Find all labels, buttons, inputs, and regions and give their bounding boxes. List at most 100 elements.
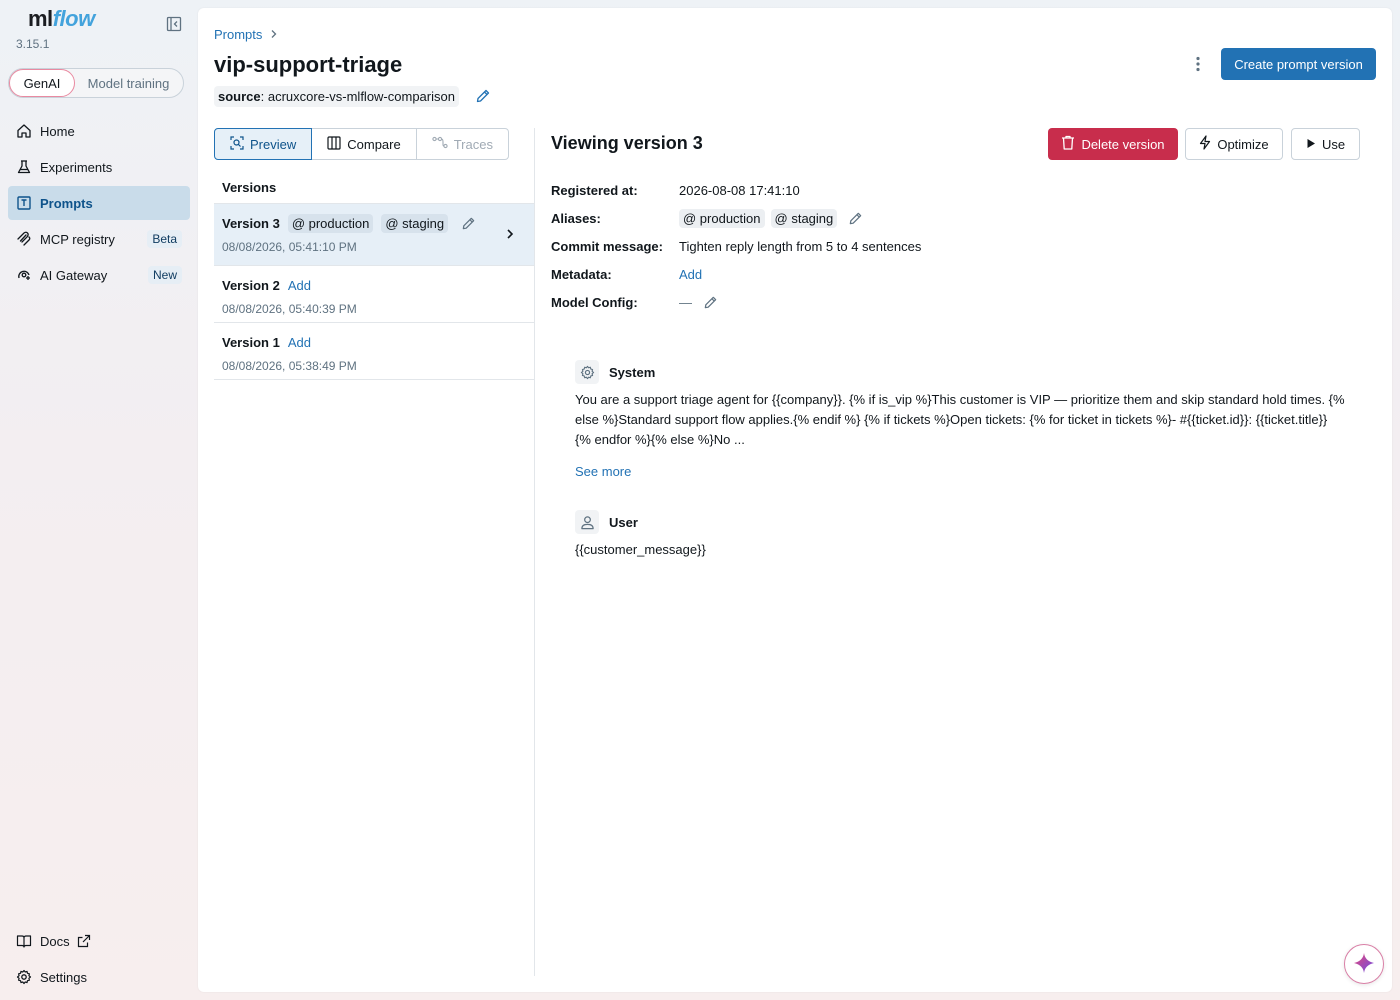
- version-date: 08/08/2026, 05:40:39 PM: [222, 302, 357, 316]
- version-name: Version 1: [222, 334, 280, 350]
- commit-message-label: Commit message:: [551, 238, 663, 254]
- registered-at-label: Registered at:: [551, 182, 638, 198]
- mlflow-logo[interactable]: mlflow: [28, 6, 95, 32]
- columns-icon: [327, 135, 341, 153]
- mode-model-training[interactable]: Model training: [75, 69, 182, 97]
- collapse-sidebar-icon[interactable]: [164, 14, 184, 34]
- metadata-row: Metadata: Add: [551, 260, 1351, 288]
- edit-model-config-pencil-icon[interactable]: [702, 294, 718, 310]
- system-message-text: You are a support triage agent for {{com…: [575, 392, 1345, 447]
- gear-icon: [575, 360, 599, 384]
- flask-icon: [16, 159, 32, 175]
- mode-switch: GenAI Model training: [8, 68, 184, 98]
- version-date: 08/08/2026, 05:41:10 PM: [222, 240, 357, 254]
- button-label: Use: [1321, 136, 1346, 152]
- chevron-right-icon: [270, 28, 278, 42]
- edit-aliases-pencil-icon[interactable]: [847, 210, 863, 226]
- sidebar-item-label: MCP registry: [40, 231, 115, 247]
- sidebar-nav: Home Experiments Prompts MCP registry Be…: [8, 114, 190, 294]
- source-tag-value: : acruxcore-vs-mlflow-comparison: [260, 89, 455, 104]
- sidebar-item-ai-gateway[interactable]: AI Gateway New: [8, 258, 190, 292]
- user-message: User {{customer_message}}: [575, 510, 1345, 560]
- version-name: Version 2: [222, 277, 280, 293]
- user-role-label: User: [609, 514, 638, 530]
- prompt-icon: [16, 195, 32, 211]
- commit-message-row: Commit message: Tighten reply length fro…: [551, 232, 1351, 260]
- sidebar-item-docs[interactable]: Docs: [8, 924, 190, 958]
- version-row-2[interactable]: Version 2 Add 08/08/2026, 05:40:39 PM: [214, 266, 535, 323]
- breadcrumb-prompts-link[interactable]: Prompts: [214, 27, 262, 42]
- create-prompt-version-button[interactable]: Create prompt version: [1221, 48, 1376, 80]
- sidebar-item-experiments[interactable]: Experiments: [8, 150, 190, 184]
- add-alias-link[interactable]: Add: [288, 278, 311, 293]
- tab-label: Traces: [453, 136, 493, 152]
- alias-tag-staging: @ staging: [381, 213, 449, 233]
- detail-title: Viewing version 3: [551, 133, 703, 153]
- aliases-row: Aliases: @ production @ staging: [551, 204, 1351, 232]
- version-row-1[interactable]: Version 1 Add 08/08/2026, 05:38:49 PM: [214, 323, 535, 380]
- lightning-icon: [1199, 135, 1211, 153]
- sidebar-item-label: Docs: [40, 933, 70, 949]
- sidebar: mlflow 3.15.1 GenAI Model training Home …: [0, 0, 198, 1000]
- tab-label: Preview: [250, 136, 297, 152]
- system-message: System You are a support triage agent fo…: [575, 360, 1345, 479]
- edit-tags-pencil-icon[interactable]: [474, 87, 492, 105]
- view-mode-tabs: Preview Compare Traces: [214, 128, 509, 160]
- gateway-icon: [16, 267, 32, 283]
- sidebar-item-mcp-registry[interactable]: MCP registry Beta: [8, 222, 190, 256]
- registered-at-value: 2026-08-08 17:41:10: [679, 182, 800, 198]
- sidebar-item-home[interactable]: Home: [8, 114, 190, 148]
- versions-heading: Versions: [214, 172, 535, 204]
- sparkle-icon: [1353, 952, 1375, 977]
- alias-tag-production: @ production: [287, 213, 374, 233]
- app-version: 3.15.1: [16, 37, 50, 51]
- trash-icon: [1061, 135, 1075, 153]
- new-badge: New: [147, 266, 182, 284]
- see-more-link[interactable]: See more: [575, 464, 631, 479]
- edit-aliases-pencil-icon[interactable]: [460, 215, 476, 231]
- play-icon: [1306, 137, 1316, 152]
- user-message-text: {{customer_message}}: [575, 542, 706, 557]
- panel-divider: [534, 128, 535, 976]
- more-options-icon[interactable]: [1186, 52, 1210, 76]
- add-alias-link[interactable]: Add: [288, 335, 311, 350]
- user-icon: [575, 510, 599, 534]
- sidebar-item-label: Experiments: [40, 159, 113, 175]
- version-row-3[interactable]: Version 3 @ production @ staging 08/08/2…: [214, 204, 535, 266]
- sidebar-item-label: Settings: [40, 969, 87, 985]
- tab-preview[interactable]: Preview: [214, 128, 313, 160]
- tab-compare[interactable]: Compare: [311, 128, 417, 160]
- assistant-sparkle-button[interactable]: [1344, 944, 1384, 984]
- book-icon: [16, 933, 32, 949]
- delete-version-button[interactable]: Delete version: [1048, 128, 1178, 160]
- mode-genai[interactable]: GenAI: [9, 69, 75, 97]
- page-title: vip-support-triage: [214, 52, 403, 77]
- optimize-button[interactable]: Optimize: [1185, 128, 1283, 160]
- sidebar-item-label: Prompts: [40, 195, 93, 211]
- sidebar-item-settings[interactable]: Settings: [8, 960, 190, 994]
- version-metadata: Registered at: 2026-08-08 17:41:10 Alias…: [551, 176, 1351, 316]
- versions-list: Versions Version 3 @ production @ stagin…: [214, 172, 535, 380]
- add-metadata-link[interactable]: Add: [679, 267, 702, 282]
- beta-badge: Beta: [147, 230, 182, 248]
- system-role-label: System: [609, 364, 656, 380]
- mcp-icon: [16, 231, 32, 247]
- preview-icon: [230, 135, 244, 153]
- aliases-label: Aliases:: [551, 210, 601, 226]
- model-config-value: —: [679, 294, 692, 310]
- gear-icon: [16, 969, 32, 985]
- registered-at-row: Registered at: 2026-08-08 17:41:10: [551, 176, 1351, 204]
- breadcrumb: Prompts: [214, 27, 278, 42]
- version-name: Version 3: [222, 215, 280, 231]
- version-date: 08/08/2026, 05:38:49 PM: [222, 359, 357, 373]
- alias-tag-production: @ production: [679, 208, 765, 228]
- external-link-icon: [76, 933, 92, 949]
- button-label: Delete version: [1081, 136, 1165, 152]
- sidebar-item-label: AI Gateway: [40, 267, 108, 283]
- model-config-row: Model Config: —: [551, 288, 1351, 316]
- tab-traces[interactable]: Traces: [415, 128, 509, 160]
- sidebar-item-prompts[interactable]: Prompts: [8, 186, 190, 220]
- sidebar-bottom: Docs Settings: [8, 924, 190, 996]
- use-button[interactable]: Use: [1291, 128, 1360, 160]
- button-label: Optimize: [1217, 136, 1269, 152]
